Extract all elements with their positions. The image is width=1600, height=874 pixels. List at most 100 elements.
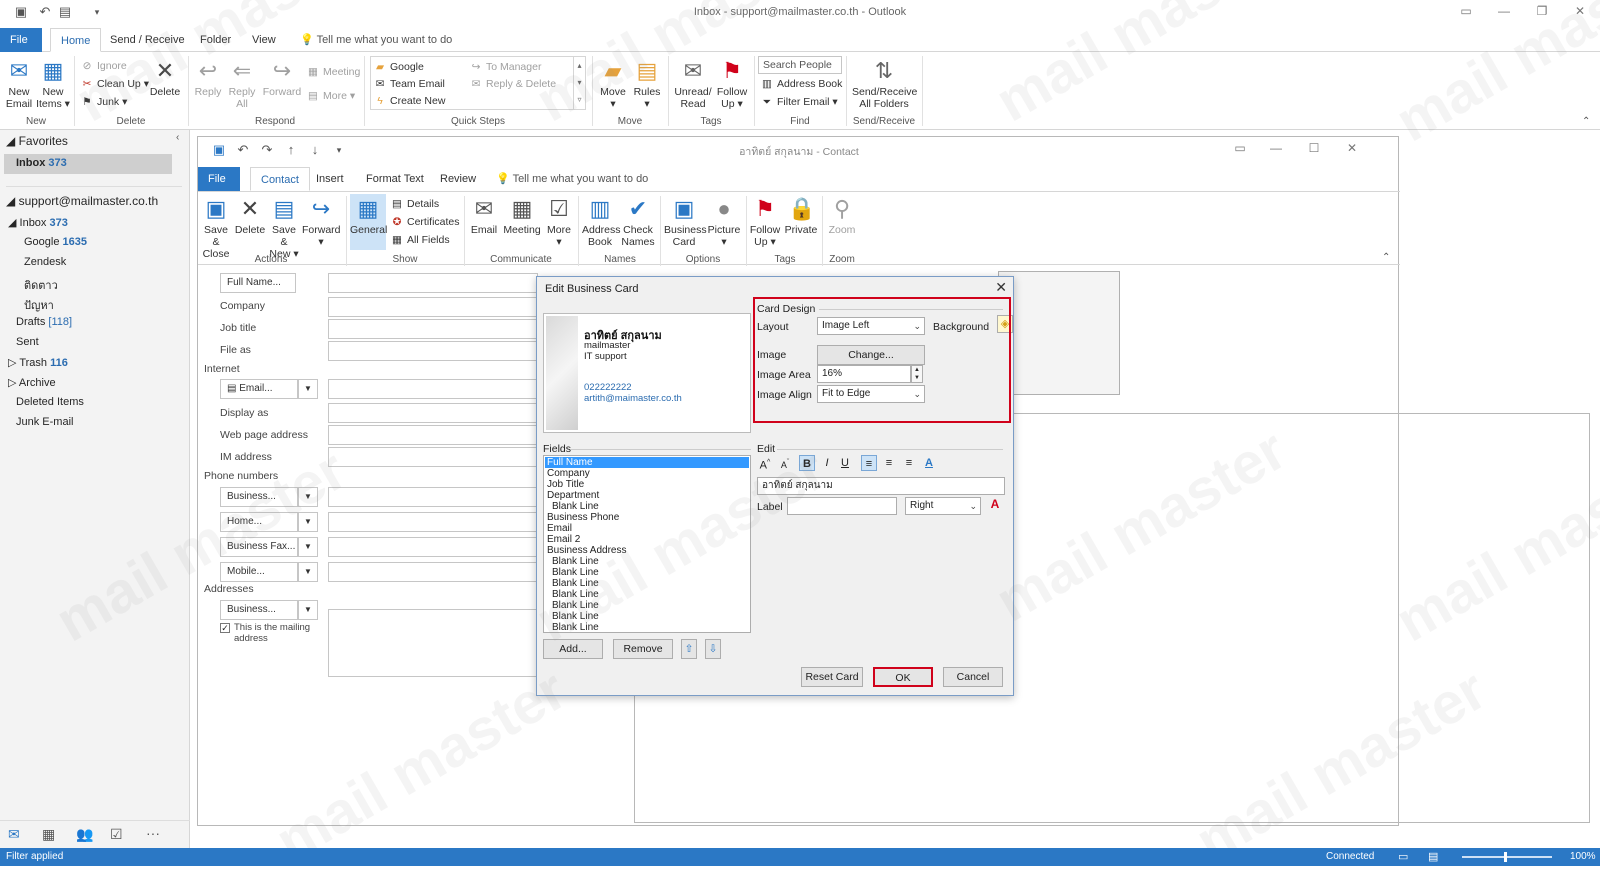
list-item[interactable]: Business Phone (547, 512, 619, 523)
account-header[interactable]: ◢ support@mailmaster.co.th (6, 194, 158, 208)
forward-button[interactable]: ↪ Forward (262, 58, 302, 98)
align-left-icon[interactable]: ≡ (861, 455, 877, 471)
home-phone-button[interactable]: Home... (220, 512, 298, 532)
zoom-slider-thumb[interactable] (1504, 852, 1507, 862)
display-as-input[interactable] (328, 403, 538, 423)
list-item[interactable]: Department (547, 490, 599, 501)
filter-email-button[interactable]: ⏷ Filter Email ▾ (760, 94, 838, 110)
collapse-pane-icon[interactable]: ‹ (176, 132, 179, 143)
email-type-button[interactable]: ▤ Email... (220, 379, 298, 399)
grow-font-icon[interactable]: A^ (757, 455, 773, 472)
nav-thai-folder-2[interactable]: ปัญหา (24, 296, 54, 314)
list-item[interactable]: Company (547, 468, 590, 479)
italic-icon[interactable]: I (819, 455, 835, 471)
list-item[interactable]: Blank Line (552, 611, 599, 622)
business-fax-dropdown[interactable]: ▼ (298, 537, 318, 557)
minimize-icon[interactable]: — (1266, 141, 1286, 157)
font-color-icon[interactable]: A (921, 455, 937, 471)
tab-view[interactable]: View (242, 28, 286, 52)
nav-zendesk[interactable]: Zendesk (24, 256, 66, 268)
reply-button[interactable]: ↩ Reply (192, 58, 224, 98)
mobile-phone-input[interactable] (328, 562, 538, 582)
email-input[interactable] (328, 379, 538, 399)
nav-thai-folder-1[interactable]: ติดตาว (24, 276, 58, 294)
private-button[interactable]: 🔒 Private (784, 196, 818, 236)
mobile-phone-dropdown[interactable]: ▼ (298, 562, 318, 582)
email-contact-button[interactable]: ✉ Email (468, 196, 500, 236)
tab-send-receive[interactable]: Send / Receive (100, 28, 195, 52)
ok-button[interactable]: OK (873, 667, 933, 687)
reply-all-button[interactable]: ⇐ Reply All (226, 58, 258, 110)
list-item[interactable]: Blank Line (552, 567, 599, 578)
check-names-button[interactable]: ✔ Check Names (620, 196, 656, 248)
restore-icon[interactable]: ❐ (1532, 4, 1552, 20)
certificates-view-button[interactable]: ✪ Certificates (390, 214, 460, 230)
collapse-ribbon-icon[interactable]: ⌃ (1382, 252, 1390, 263)
full-name-button[interactable]: Full Name... (220, 273, 296, 293)
all-fields-view-button[interactable]: ▦ All Fields (390, 232, 450, 248)
forward-contact-button[interactable]: ↪ Forward ▾ (302, 196, 341, 248)
close-icon[interactable]: ✕ (1570, 4, 1590, 20)
move-button[interactable]: ▰ Move ▾ (598, 58, 628, 110)
cancel-button[interactable]: Cancel (943, 667, 1003, 687)
list-item[interactable]: Blank Line (552, 501, 599, 512)
quick-step-google[interactable]: ▰ Google (373, 59, 424, 75)
ignore-button[interactable]: ⊘ Ignore (80, 58, 127, 74)
mobile-phone-button[interactable]: Mobile... (220, 562, 298, 582)
save-new-button[interactable]: ▤ Save & New ▾ (268, 196, 300, 260)
business-phone-input[interactable] (328, 487, 538, 507)
move-down-icon[interactable]: ⇩ (705, 639, 721, 659)
address-type-button[interactable]: Business... (220, 600, 298, 620)
home-phone-dropdown[interactable]: ▼ (298, 512, 318, 532)
delete-button[interactable]: ✕ Delete (148, 58, 182, 98)
tab-review[interactable]: Review (430, 167, 486, 191)
follow-up-button[interactable]: ⚑ Follow Up ▾ (748, 196, 782, 248)
shrink-font-icon[interactable]: Aˇ (777, 455, 793, 471)
file-as-select[interactable] (328, 341, 538, 361)
tab-home[interactable]: Home (50, 28, 102, 52)
search-people-input[interactable]: Search People (758, 56, 842, 74)
tab-file[interactable]: File (198, 167, 240, 191)
address-book-button[interactable]: ▥ Address Book (582, 196, 621, 248)
tab-contact[interactable]: Contact (250, 167, 310, 191)
label-color-icon[interactable]: A (987, 497, 1003, 515)
im-address-input[interactable] (328, 447, 538, 467)
add-field-button[interactable]: Add... (543, 639, 603, 659)
nav-inbox[interactable]: ◢ Inbox 373 (8, 216, 68, 229)
list-item[interactable]: Blank Line (552, 589, 599, 600)
quick-step-team-email[interactable]: ✉ Team Email (373, 76, 445, 92)
align-right-icon[interactable]: ≡ (901, 455, 917, 471)
minimize-icon[interactable]: — (1494, 4, 1514, 20)
job-title-input[interactable] (328, 319, 538, 339)
more-respond-button[interactable]: ▤ More ▾ (306, 88, 355, 104)
web-page-input[interactable] (328, 425, 538, 445)
quick-step-create-new[interactable]: ϟ Create New (373, 93, 445, 109)
edit-text-input[interactable]: อาทิตย์ สกุลนาม (757, 477, 1005, 495)
tasks-icon[interactable]: ☑ (110, 826, 123, 843)
reading-view-icon[interactable]: ▤ (1428, 848, 1438, 866)
general-view-button[interactable]: ▦ General (350, 194, 387, 250)
list-item[interactable]: Blank Line (552, 556, 599, 567)
junk-button[interactable]: ⚑ Junk ▾ (80, 94, 127, 110)
send-receive-all-button[interactable]: ⇅ Send/Receive All Folders (852, 58, 917, 110)
bold-icon[interactable]: B (799, 455, 815, 471)
clean-up-button[interactable]: ✂ Clean Up ▾ (80, 76, 149, 92)
rules-button[interactable]: ▤ Rules ▾ (632, 58, 662, 110)
business-card-preview-area[interactable] (998, 271, 1120, 395)
nav-deleted-items[interactable]: Deleted Items (16, 396, 84, 408)
remove-field-button[interactable]: Remove (613, 639, 673, 659)
nav-junk-email[interactable]: Junk E-mail (16, 416, 73, 428)
underline-icon[interactable]: U (837, 455, 853, 471)
people-icon[interactable]: 👥 (76, 826, 93, 843)
meeting-button[interactable]: ▦ Meeting (306, 64, 360, 80)
tell-me-box[interactable]: 💡 Tell me what you want to do (486, 167, 658, 191)
list-item[interactable]: Business Address (547, 545, 627, 556)
label-position-select[interactable]: Right ⌄ (905, 497, 981, 515)
collapse-ribbon-icon[interactable]: ⌃ (1582, 116, 1590, 127)
business-fax-button[interactable]: Business Fax... (220, 537, 298, 557)
zoom-slider[interactable] (1462, 856, 1552, 858)
full-name-input[interactable] (328, 273, 538, 293)
business-card-button[interactable]: ▣ Business Card (664, 196, 707, 248)
list-item[interactable]: Full Name (547, 457, 593, 468)
nav-favorite-inbox[interactable]: Inbox 373 (4, 154, 172, 174)
